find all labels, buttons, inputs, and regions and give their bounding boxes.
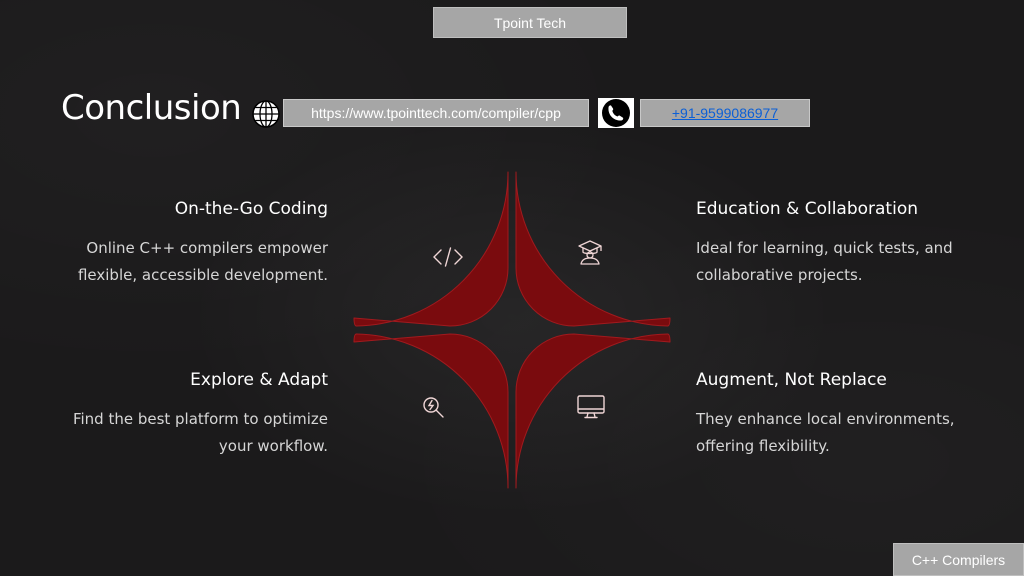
graduate-icon	[578, 240, 602, 265]
desc-line: Find the best platform to optimize	[72, 410, 328, 428]
desc-line: They enhance local environments,	[696, 410, 955, 428]
item-title-on-the-go: On-the-Go Coding	[174, 199, 328, 219]
desc-line: collaborative projects.	[696, 266, 863, 284]
footer-text: C++ Compilers	[911, 551, 1006, 568]
website-url: https://www.tpointtech.com/compiler/cpp	[311, 105, 561, 121]
desc-line: flexible, accessible development.	[77, 266, 328, 284]
quadrant-ring	[353, 171, 671, 489]
globe-icon	[252, 100, 280, 128]
brand-label: Tpoint Tech	[433, 7, 627, 38]
website-link[interactable]: https://www.tpointtech.com/compiler/cpp	[283, 99, 589, 127]
item-title-education: Education & Collaboration	[696, 199, 918, 219]
monitor-icon	[577, 395, 605, 419]
phone-number[interactable]: +91-9599086977	[672, 105, 778, 121]
item-title-explore: Explore & Adapt	[190, 370, 328, 390]
phone-icon	[598, 98, 634, 128]
item-title-augment: Augment, Not Replace	[696, 370, 887, 390]
segment-augment	[515, 333, 671, 489]
segment-explore	[353, 333, 509, 489]
item-desc-education: Ideal for learning, quick tests, and col…	[696, 235, 953, 289]
footer-label: C++ Compilers	[893, 543, 1024, 576]
brand-text: Tpoint Tech	[493, 14, 567, 31]
code-icon	[433, 247, 463, 267]
segment-on-the-go	[353, 171, 509, 327]
item-desc-augment: They enhance local environments, offerin…	[696, 406, 955, 460]
search-bolt-icon	[423, 397, 444, 418]
desc-line: your workflow.	[218, 437, 328, 455]
item-desc-on-the-go: Online C++ compilers empower flexible, a…	[78, 235, 328, 289]
page-title: Conclusion	[61, 88, 242, 128]
item-desc-explore: Find the best platform to optimize your …	[73, 406, 328, 460]
desc-line: offering flexibility.	[696, 437, 830, 455]
phone-link[interactable]: +91-9599086977	[640, 99, 810, 127]
desc-line: Ideal for learning, quick tests, and	[696, 239, 953, 257]
desc-line: Online C++ compilers empower	[86, 239, 328, 257]
